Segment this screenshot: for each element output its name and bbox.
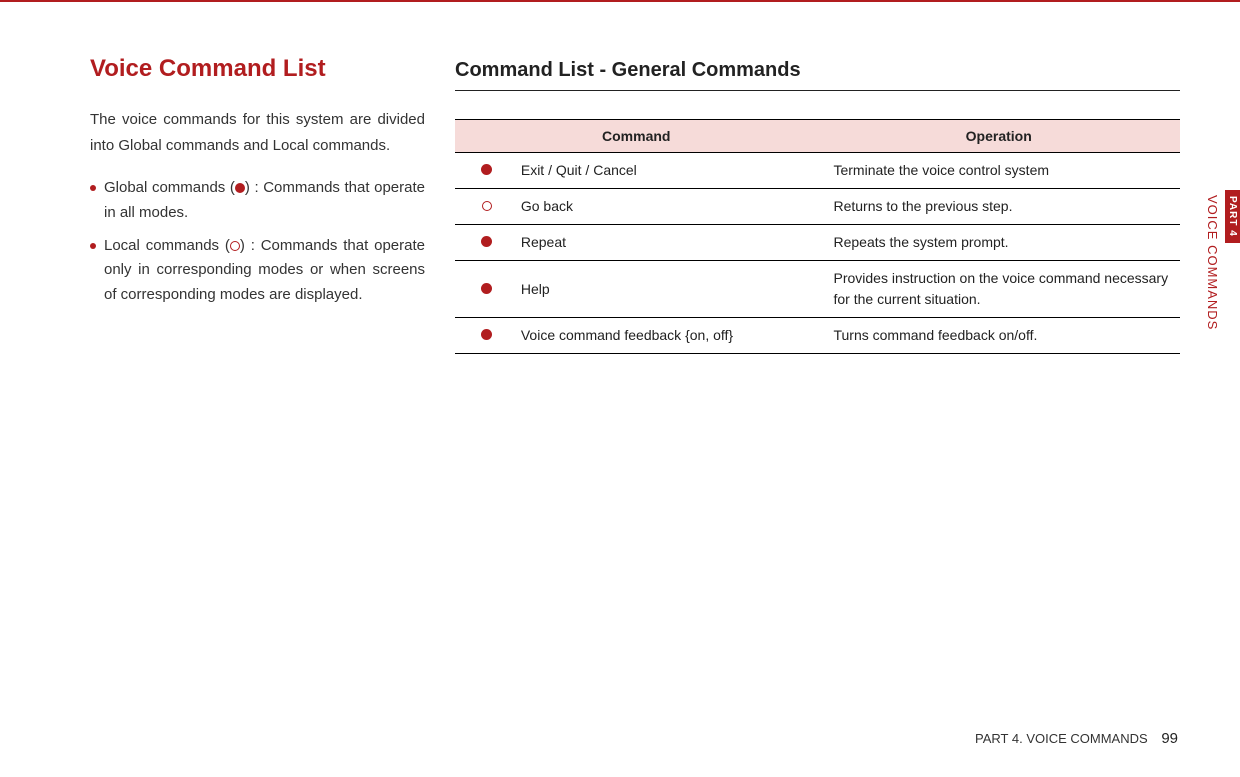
command-cell: Voice command feedback {on, off} bbox=[505, 318, 818, 354]
page-footer: PART 4. VOICE COMMANDS 99 bbox=[975, 730, 1178, 747]
bullet-global-prefix: Global commands ( bbox=[104, 179, 235, 196]
operation-cell: Terminate the voice control system bbox=[817, 153, 1180, 189]
table-row: Go back Returns to the previous step. bbox=[455, 189, 1180, 225]
page-content: Voice Command List The voice commands fo… bbox=[0, 0, 1240, 777]
command-cell: Go back bbox=[505, 189, 818, 225]
bullet-global-text: Global commands () : Commands that opera… bbox=[104, 176, 425, 226]
command-cell: Repeat bbox=[505, 225, 818, 261]
bullet-global: Global commands () : Commands that opera… bbox=[90, 176, 425, 226]
left-column: Voice Command List The voice commands fo… bbox=[90, 55, 425, 737]
outline-circle-icon bbox=[230, 241, 240, 251]
operation-cell: Turns command feedback on/off. bbox=[817, 318, 1180, 354]
page-number: 99 bbox=[1161, 730, 1178, 747]
filled-circle-icon bbox=[481, 329, 492, 340]
header-command: Command bbox=[455, 120, 817, 153]
operation-cell: Repeats the system prompt. bbox=[817, 225, 1180, 261]
operation-cell: Returns to the previous step. bbox=[817, 189, 1180, 225]
row-type-icon-cell bbox=[455, 261, 505, 318]
filled-circle-icon bbox=[481, 164, 492, 175]
operation-cell: Provides instruction on the voice comman… bbox=[817, 261, 1180, 318]
intro-paragraph: The voice commands for this system are d… bbox=[90, 107, 425, 158]
row-type-icon-cell bbox=[455, 189, 505, 225]
table-row: Help Provides instruction on the voice c… bbox=[455, 261, 1180, 318]
command-cell: Help bbox=[505, 261, 818, 318]
side-tab-part: PART 4 bbox=[1225, 190, 1240, 243]
filled-circle-icon bbox=[481, 236, 492, 247]
main-heading: Voice Command List bbox=[90, 55, 425, 83]
row-type-icon-cell bbox=[455, 153, 505, 189]
table-row: Exit / Quit / Cancel Terminate the voice… bbox=[455, 153, 1180, 189]
sub-heading: Command List - General Commands bbox=[455, 59, 1180, 91]
filled-circle-icon bbox=[235, 183, 245, 193]
bullet-local: Local commands () : Commands that operat… bbox=[90, 234, 425, 308]
header-operation: Operation bbox=[817, 120, 1180, 153]
right-column: Command List - General Commands Command … bbox=[455, 55, 1180, 737]
bullet-marker-icon bbox=[90, 185, 96, 191]
bullet-local-prefix: Local commands ( bbox=[104, 237, 230, 254]
outline-circle-icon bbox=[482, 201, 492, 211]
table-row: Repeat Repeats the system prompt. bbox=[455, 225, 1180, 261]
footer-part-label: PART 4. VOICE COMMANDS bbox=[975, 731, 1148, 746]
row-type-icon-cell bbox=[455, 318, 505, 354]
bullet-local-text: Local commands () : Commands that operat… bbox=[104, 234, 425, 308]
table-header-row: Command Operation bbox=[455, 120, 1180, 153]
side-tab: VOICE COMMANDS PART 4 bbox=[1205, 190, 1240, 330]
row-type-icon-cell bbox=[455, 225, 505, 261]
command-table: Command Operation Exit / Quit / Cancel T… bbox=[455, 119, 1180, 354]
side-tab-title: VOICE COMMANDS bbox=[1205, 190, 1223, 330]
filled-circle-icon bbox=[481, 283, 492, 294]
command-cell: Exit / Quit / Cancel bbox=[505, 153, 818, 189]
table-row: Voice command feedback {on, off} Turns c… bbox=[455, 318, 1180, 354]
bullet-marker-icon bbox=[90, 243, 96, 249]
